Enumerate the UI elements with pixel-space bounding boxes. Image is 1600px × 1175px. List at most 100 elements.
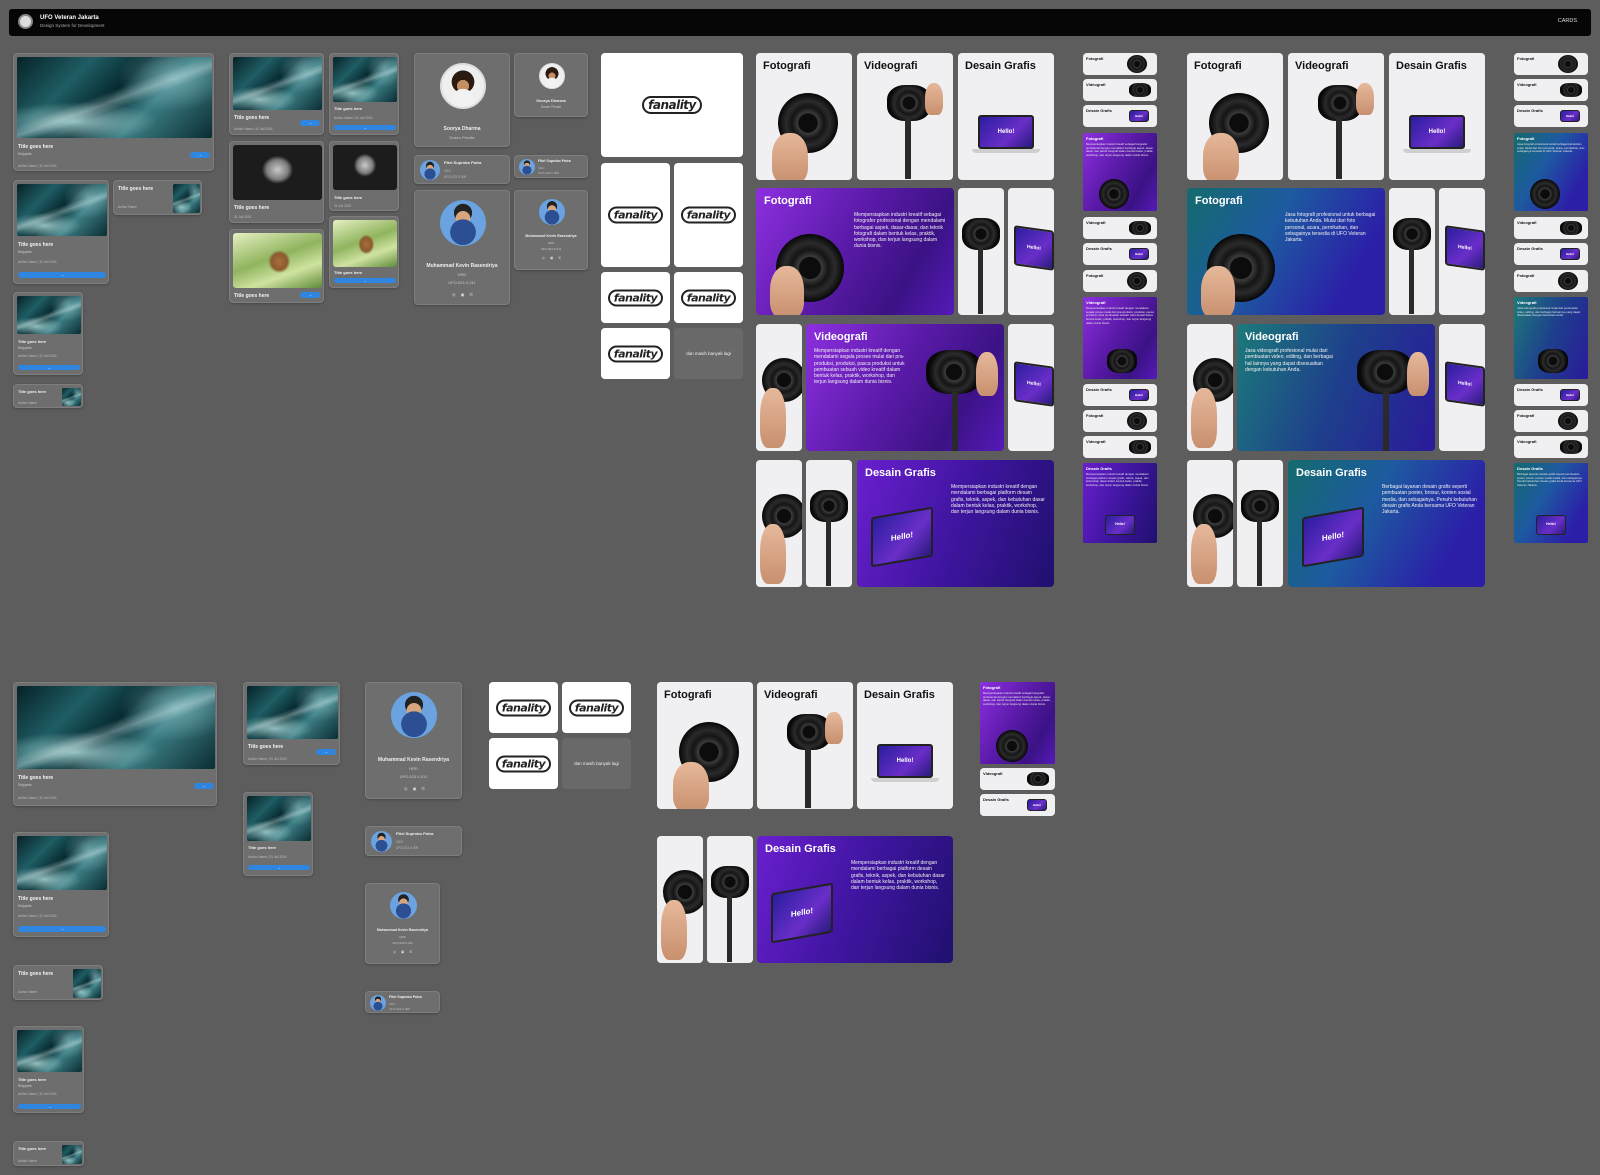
service-mini-card-fotografi[interactable]: Fotografi Mempersiapkan industri kreatif…: [1083, 133, 1157, 211]
service-mini-videografi[interactable]: Videografi: [1083, 217, 1157, 239]
blog-card-abstract[interactable]: Title goes here → Author Name | 31 Juli …: [243, 682, 340, 765]
service-mini-card-desain[interactable]: Desain Grafis Berbagai layanan desain gr…: [1514, 463, 1588, 543]
service-wide-desain[interactable]: Desain Grafis Hello! Mempersiapkan indus…: [757, 836, 953, 963]
service-thumb-foto[interactable]: [657, 836, 703, 963]
service-mini-videografi[interactable]: Videografi: [980, 768, 1055, 790]
brand-card[interactable]: fanality: [601, 272, 670, 323]
service-card-fotografi[interactable]: Fotografi: [1187, 53, 1283, 180]
service-wide-desain[interactable]: Desain Grafis Hello! Mempersiapkan indus…: [857, 460, 1054, 587]
person-card-kevin-sm[interactable]: Muhammad Kevin Rasendriya HRD UFO.023.X.…: [514, 190, 588, 270]
service-thumb-desain[interactable]: Hello!: [1439, 188, 1485, 315]
brand-card-tall[interactable]: fanality: [674, 163, 743, 267]
arrow-button[interactable]: →: [316, 749, 336, 755]
blog-card-abstract-sm[interactable]: Title goes here Author Name | 31 Juli 20…: [243, 792, 313, 876]
service-mini-desain[interactable]: Desain Grafis Hello!: [1514, 243, 1588, 265]
service-card-desain[interactable]: Desain Grafis Hello!: [958, 53, 1054, 180]
service-mini-desain[interactable]: Desain Grafis Hello!: [980, 794, 1055, 816]
service-thumb-foto[interactable]: [1187, 460, 1233, 587]
service-mini-fotografi[interactable]: Fotografi: [1083, 270, 1157, 292]
service-mini-videografi[interactable]: Videografi: [1514, 436, 1588, 458]
service-thumb-desain[interactable]: Hello!: [1008, 324, 1054, 451]
service-card-desain[interactable]: Desain Grafis Hello!: [1389, 53, 1485, 180]
blog-card-horizontal[interactable]: Title goes here Author Name: [113, 180, 202, 215]
blog-card-small[interactable]: Title goes here Snippets Author Name | 3…: [13, 292, 83, 375]
service-mini-fotografi[interactable]: Fotografi: [1514, 410, 1588, 432]
person-card-soorya-sm[interactable]: Soorya Dharma Dosen Pendiri: [514, 53, 588, 117]
person-card-fikri-row[interactable]: Fikri Suprobo Putra CEO UFO.023.X.009: [414, 155, 510, 184]
social-icons[interactable]: ◎ ▣ ✆: [404, 786, 427, 791]
arrow-button[interactable]: →: [300, 292, 320, 298]
service-mini-card-fotografi[interactable]: Fotografi Jasa fotografi profesional unt…: [1514, 133, 1588, 211]
service-mini-card-videografi[interactable]: Videografi Jasa videografi profesional m…: [1514, 297, 1588, 379]
arrow-button[interactable]: →: [190, 152, 210, 158]
page-label[interactable]: CARDS: [1558, 18, 1577, 24]
brand-card-large[interactable]: fanality: [601, 53, 743, 157]
blog-card-large[interactable]: Title goes here Snippets → Author Name |…: [13, 682, 217, 806]
blog-card-small[interactable]: Title goes here Snippets Author Name | 3…: [13, 1026, 84, 1113]
blog-card-deer-sm[interactable]: Title goes here →: [329, 216, 399, 288]
service-mini-fotografi[interactable]: Fotografi: [1083, 53, 1157, 75]
more-brands-card[interactable]: dan masih banyak lagi: [674, 328, 743, 379]
arrow-button[interactable]: →: [18, 1104, 81, 1109]
person-card-soorya[interactable]: Soorya Dharma Dosen Pendiri: [414, 53, 510, 147]
service-thumb-video[interactable]: [1237, 460, 1283, 587]
service-mini-card-fotografi[interactable]: Fotografi Mempersiapkan industri kreatif…: [980, 682, 1055, 764]
blog-card-abstract-sm[interactable]: Title goes here Author Name | 31 Juli 20…: [329, 53, 399, 135]
service-card-fotografi[interactable]: Fotografi: [657, 682, 753, 809]
person-card-fikri-row-sm[interactable]: Fikri Suprobo Putra CEO UFO.023.X.009: [514, 155, 588, 178]
service-thumb-video[interactable]: [1389, 188, 1435, 315]
blog-card-portrait[interactable]: Title goes here 31 Juli 2024: [229, 141, 324, 223]
service-mini-videografi[interactable]: Videografi: [1514, 217, 1588, 239]
service-mini-fotografi[interactable]: Fotografi: [1514, 53, 1588, 75]
brand-card[interactable]: fanality: [489, 682, 558, 733]
arrow-button[interactable]: →: [334, 278, 396, 283]
service-mini-desain[interactable]: Desain Grafis Hello!: [1083, 243, 1157, 265]
blog-card-portrait-sm[interactable]: Title goes here 31 Juli 2024: [329, 141, 399, 211]
service-mini-card-desain[interactable]: Desain Grafis Mempersiapkan industri kre…: [1083, 463, 1157, 543]
brand-card[interactable]: fanality: [489, 738, 558, 789]
service-mini-desain[interactable]: Desain Grafis Hello!: [1514, 384, 1588, 406]
social-icons[interactable]: ◎ ▣ ✆: [452, 292, 475, 297]
blog-card-medium[interactable]: Title goes here Snippets Author Name | 3…: [13, 180, 109, 284]
arrow-button[interactable]: →: [18, 272, 106, 278]
blog-card-mini[interactable]: Title goes here Author Name: [13, 384, 83, 408]
blog-card-medium[interactable]: Title goes here Snippets Author Name | 3…: [13, 832, 109, 937]
service-mini-fotografi[interactable]: Fotografi: [1514, 270, 1588, 292]
blog-card-abstract[interactable]: Title goes here → Author Name | 31 Juli …: [229, 53, 324, 135]
service-card-videografi[interactable]: Videografi: [1288, 53, 1384, 180]
person-card-fikri-row[interactable]: Fikri Suprobo Putra CEO UFO.023.X.009: [365, 826, 462, 856]
brand-card[interactable]: fanality: [674, 272, 743, 323]
brand-card[interactable]: fanality: [562, 682, 631, 733]
service-mini-videografi[interactable]: Videografi: [1083, 436, 1157, 458]
service-wide-fotografi[interactable]: Fotografi Mempersiapkan industri kreatif…: [756, 188, 954, 315]
service-thumb-video[interactable]: [958, 188, 1004, 315]
arrow-button[interactable]: →: [300, 120, 320, 126]
arrow-button[interactable]: →: [18, 926, 106, 932]
service-wide-videografi[interactable]: Videografi Mempersiapkan industri kreati…: [806, 324, 1004, 451]
person-card-kevin[interactable]: Muhammad Kevin Rasendriya HRD UFO.023.X.…: [365, 682, 462, 799]
service-wide-videografi[interactable]: Videografi Jasa videografi profesional m…: [1237, 324, 1435, 451]
social-icons[interactable]: ◎ ▣ ✆: [542, 256, 563, 260]
service-card-fotografi[interactable]: Fotografi: [756, 53, 852, 180]
person-card-kevin-sm[interactable]: Muhammad Kevin Rasendriya HRD UFO.023.X.…: [365, 883, 440, 964]
service-mini-card-videografi[interactable]: Videografi Mempersiapkan industri kreati…: [1083, 297, 1157, 379]
service-thumb-desain[interactable]: Hello!: [1439, 324, 1485, 451]
service-thumb-desain[interactable]: Hello!: [1008, 188, 1054, 315]
social-icons[interactable]: ◎ ▣ ✆: [393, 950, 414, 954]
more-brands-card[interactable]: dan masih banyak lagi: [562, 738, 631, 789]
service-card-videografi[interactable]: Videografi: [857, 53, 953, 180]
service-wide-desain[interactable]: Desain Grafis Hello! Berbagai layanan de…: [1288, 460, 1485, 587]
blog-card-mini[interactable]: Title goes here Author Name: [13, 1141, 84, 1166]
service-mini-desain[interactable]: Desain Grafis Hello!: [1083, 105, 1157, 127]
service-thumb-foto[interactable]: [1187, 324, 1233, 451]
service-wide-fotografi[interactable]: Fotografi Jasa fotografi profesional unt…: [1187, 188, 1385, 315]
service-card-videografi[interactable]: Videografi: [757, 682, 853, 809]
arrow-button[interactable]: →: [18, 365, 80, 370]
brand-card-tall[interactable]: fanality: [601, 163, 670, 267]
brand-card[interactable]: fanality: [601, 328, 670, 379]
service-thumb-foto[interactable]: [756, 324, 802, 451]
service-mini-videografi[interactable]: Videografi: [1514, 79, 1588, 101]
service-mini-fotografi[interactable]: Fotografi: [1083, 410, 1157, 432]
blog-card-deer[interactable]: Title goes here →: [229, 229, 324, 303]
person-card-kevin[interactable]: Muhammad Kevin Rasendriya HRD UFO.023.X.…: [414, 190, 510, 305]
